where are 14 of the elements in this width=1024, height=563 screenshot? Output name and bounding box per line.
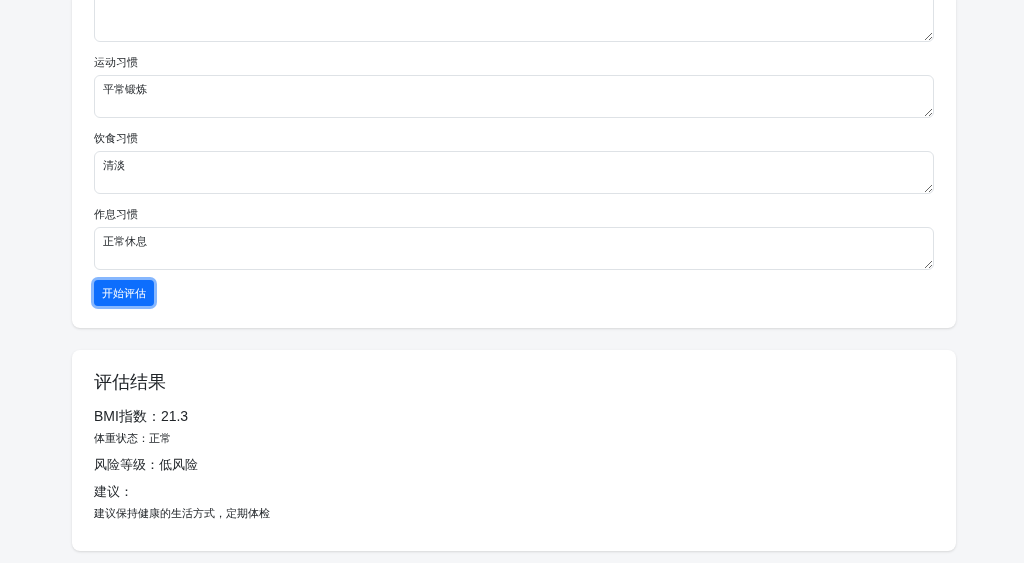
start-assessment-button[interactable]: 开始评估 bbox=[94, 280, 154, 306]
advice-text: 建议保持健康的生活方式，定期体检 bbox=[94, 506, 271, 521]
weight-status-text: 体重状态：正常 bbox=[94, 431, 172, 446]
field-label: 作息习惯 bbox=[94, 207, 139, 222]
result-title: 评估结果 bbox=[94, 371, 167, 394]
field-label: 饮食习惯 bbox=[94, 131, 139, 146]
input-field[interactable]: 正常休息 bbox=[94, 227, 934, 270]
risk-level-text: 风险等级：低风险 bbox=[94, 456, 199, 474]
field-label: 运动习惯 bbox=[94, 55, 139, 70]
input-field[interactable]: 平常锻炼 bbox=[94, 75, 934, 118]
advice-label: 建议： bbox=[94, 483, 134, 501]
bmi-text: BMI指数：21.3 bbox=[94, 407, 190, 426]
input-field[interactable]: 清淡 bbox=[94, 151, 934, 194]
input-field[interactable] bbox=[94, 0, 934, 42]
